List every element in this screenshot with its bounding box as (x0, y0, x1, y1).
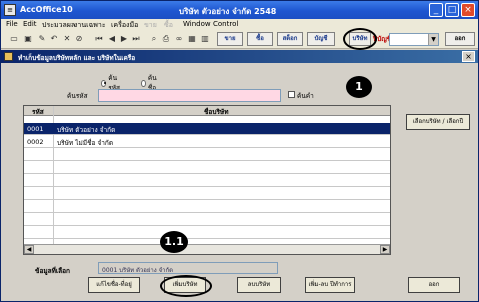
close-icon[interactable]: × (461, 3, 475, 17)
table-header: รหัส ชื่อบริษัท (24, 106, 390, 116)
menu-file[interactable]: File (6, 20, 18, 28)
title-bar: ≡ AccOffice10 บริษัท ตัวอย่าง จำกัด 2548… (1, 1, 478, 19)
maximize-icon[interactable]: □ (445, 3, 459, 17)
radio-dot-icon (141, 79, 146, 87)
next-record-icon[interactable]: ▶ (119, 33, 129, 44)
toolbar: ▭ ▣ ✎ ↶ ✕ ⊘ ⏮ ◀ ▶ ⏭ ⌕ ⎙ ∞ ▦ ▥ ขาย ซื้อ ส… (1, 30, 478, 49)
scroll-right-icon[interactable]: ▶ (380, 245, 390, 254)
row-name: บริษัท ตัวอย่าง จำกัด (57, 126, 116, 134)
last-record-icon[interactable]: ⏭ (131, 33, 141, 44)
horizontal-scrollbar[interactable]: ◀ ▶ (24, 244, 390, 254)
purchase-button[interactable]: ซื้อ (247, 32, 273, 46)
add-remove-year-button[interactable]: เพิ่ม-ลบ ปีทำการ (305, 277, 355, 293)
chart-icon[interactable]: ▥ (200, 33, 210, 44)
row-name: บริษัท ไม่มีชื่อ จำกัด (57, 139, 114, 147)
selected-company-field: 0001 บริษัท ตัวอย่าง จำกัด (98, 262, 278, 274)
close-button[interactable]: ออก (408, 277, 460, 293)
new-doc-icon[interactable]: ▭ (9, 33, 19, 44)
delete-company-button[interactable]: ลบบริษัท (237, 277, 281, 293)
exit-button[interactable]: ออก (445, 32, 475, 46)
menu-edit[interactable]: Edit (23, 20, 37, 28)
callout-1: 1 (346, 76, 372, 98)
calculator-icon[interactable]: ▦ (187, 33, 197, 44)
undo-icon[interactable]: ↶ (49, 33, 59, 44)
table-row[interactable]: 0001 บริษัท ตัวอย่าง จำกัด (24, 123, 390, 135)
search-label: ค้นรหัส (67, 92, 88, 100)
search-icon[interactable]: ⌕ (149, 33, 159, 44)
wildcard-label: ค้นคำ (297, 92, 314, 100)
app-title: AccOffice10 (20, 5, 73, 14)
form-icon (4, 52, 13, 61)
main-window: ≡ AccOffice10 บริษัท ตัวอย่าง จำกัด 2548… (0, 0, 479, 302)
table-row[interactable] (24, 149, 390, 161)
radio-dot-icon (101, 79, 107, 87)
table-row[interactable] (24, 227, 390, 239)
highlight-ring-add (160, 275, 212, 297)
table-row[interactable]: 0002 บริษัท ไม่มีชื่อ จำกัด (24, 136, 390, 148)
scroll-left-icon[interactable]: ◀ (24, 245, 34, 254)
selected-label: ข้อมูลที่เลือก (35, 267, 70, 275)
delete-icon[interactable]: ✕ (62, 33, 72, 44)
table-row[interactable] (24, 214, 390, 226)
company-table: รหัส ชื่อบริษัท 0001 บริษัท ตัวอย่าง จำก… (23, 105, 391, 255)
select-company-button[interactable]: เลือกบริษัท / เลือกปี (406, 114, 470, 130)
period-dropdown[interactable]: ▼ (389, 33, 439, 46)
chevron-down-icon[interactable]: ▼ (428, 34, 438, 45)
highlight-ring-company (343, 28, 377, 50)
row-code: 0002 (27, 138, 44, 146)
child-window-title: ทำเก็บข้อมูลบริษัทหลัก และ บริษัทในเครือ (18, 54, 136, 62)
row-code: 0001 (27, 125, 44, 133)
cancel-icon[interactable]: ⊘ (74, 33, 84, 44)
menu-bar: File Edit ประมวลผล งานเฉพาะ เครื่องมือ ข… (1, 19, 478, 30)
stock-button[interactable]: สต็อก (277, 32, 303, 46)
company-title: บริษัท ตัวอย่าง จำกัด 2548 (179, 7, 277, 16)
account-button[interactable]: บัญชี (307, 32, 335, 46)
minimize-icon[interactable]: _ (429, 3, 443, 17)
open-icon[interactable]: ▣ (23, 33, 33, 44)
child-title-bar: ทำเก็บข้อมูลบริษัทหลัก และ บริษัทในเครือ… (1, 50, 478, 63)
table-row[interactable] (24, 162, 390, 174)
table-row[interactable] (24, 188, 390, 200)
menu-window[interactable]: Window (183, 20, 211, 28)
table-row[interactable] (24, 175, 390, 187)
sales-button[interactable]: ขาย (217, 32, 243, 46)
column-code: รหัส (32, 108, 44, 116)
edit-company-button[interactable]: แก้ไขชื่อ-ที่อยู่ (88, 277, 140, 293)
pencil-icon[interactable]: ✎ (37, 33, 47, 44)
first-record-icon[interactable]: ⏮ (94, 33, 104, 44)
wildcard-checkbox[interactable] (288, 91, 295, 98)
callout-1-1: 1.1 (160, 231, 188, 253)
table-row[interactable] (24, 201, 390, 213)
column-name: ชื่อบริษัท (204, 108, 229, 116)
child-close-icon[interactable]: × (462, 51, 475, 62)
print-icon[interactable]: ⎙ (161, 33, 171, 44)
prev-record-icon[interactable]: ◀ (107, 33, 117, 44)
app-icon: ≡ (4, 4, 16, 16)
menu-control[interactable]: Control (213, 20, 238, 28)
search-input[interactable] (98, 89, 281, 102)
binoculars-icon[interactable]: ∞ (174, 33, 184, 44)
